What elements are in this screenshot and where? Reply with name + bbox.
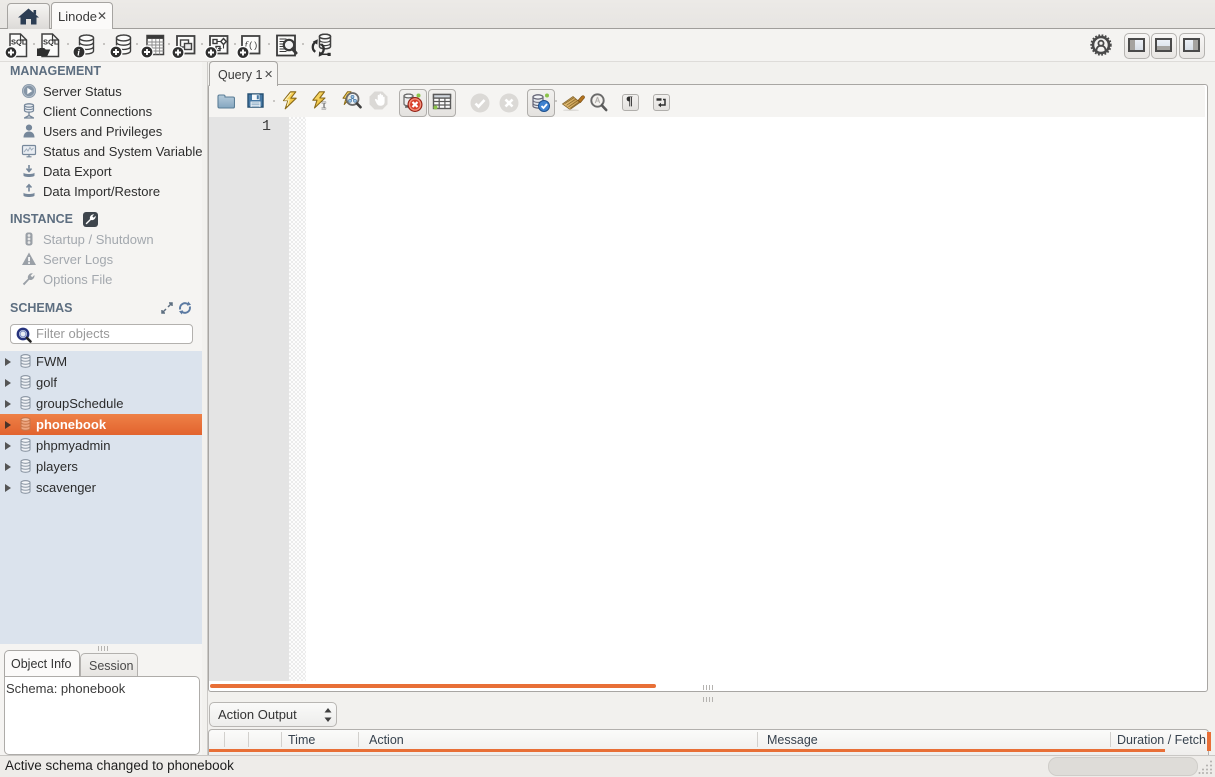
- svg-text:SQL: SQL: [43, 38, 59, 47]
- svg-text:i: i: [77, 49, 80, 59]
- svg-text:( ): ( ): [249, 40, 257, 51]
- svg-text:SQL: SQL: [11, 38, 27, 47]
